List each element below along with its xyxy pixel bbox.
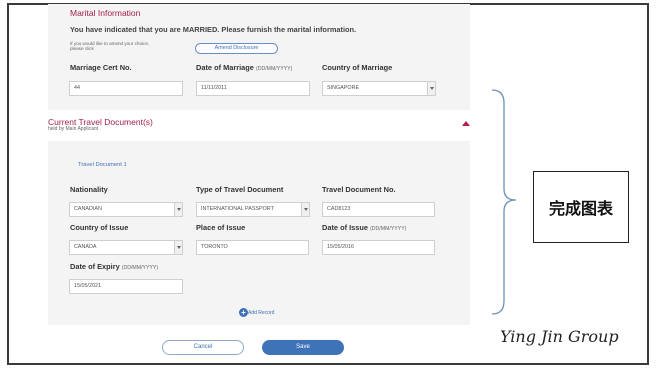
chevron-down-icon — [301, 203, 309, 216]
save-button[interactable]: Save — [262, 340, 344, 355]
callout-box: 完成图表 — [533, 171, 629, 243]
place-of-issue-input[interactable]: TORONTO — [196, 240, 309, 255]
travel-panel — [48, 141, 470, 325]
marriage-cert-input[interactable]: 44 — [69, 81, 183, 96]
date-of-issue-label: Date of Issue (DD/MM/YYYY) — [322, 223, 407, 232]
date-of-expiry-input[interactable]: 15/05/2021 — [69, 279, 183, 294]
travel-document-type-value: INTERNATIONAL PASSPORT — [201, 206, 274, 212]
country-of-marriage-select[interactable]: SINGAPORE — [322, 81, 436, 96]
callout-text: 完成图表 — [548, 199, 613, 218]
collapse-icon[interactable] — [462, 121, 470, 126]
marital-section-title: Marital Information — [70, 8, 141, 18]
amend-disclosure-button[interactable]: Amend Disclosure — [195, 43, 278, 54]
cancel-button[interactable]: Cancel — [162, 340, 244, 355]
place-of-issue-label: Place of Issue — [196, 223, 246, 232]
chevron-down-icon — [174, 241, 182, 254]
nationality-label: Nationality — [70, 185, 108, 194]
country-of-issue-label: Country of Issue — [70, 223, 129, 232]
travel-document-no-label: Travel Document No. — [322, 185, 396, 194]
brace-annotation — [491, 89, 517, 315]
add-record-link[interactable]: Add Record — [248, 310, 274, 316]
add-icon[interactable]: + — [239, 308, 248, 317]
tab-travel-document-1[interactable]: Travel Document 1 — [78, 162, 127, 168]
date-of-marriage-label: Date of Marriage (DD/MM/YYYY) — [196, 63, 293, 72]
travel-section-subtitle: held by Main Applicant — [48, 126, 99, 132]
nationality-select[interactable]: CANADIAN — [69, 202, 183, 217]
country-of-issue-value: CANADA — [74, 244, 97, 250]
country-of-issue-select[interactable]: CANADA — [69, 240, 183, 255]
marriage-cert-label: Marriage Cert No. — [70, 63, 132, 72]
date-of-issue-input[interactable]: 15/05/2016 — [322, 240, 435, 255]
travel-document-type-label: Type of Travel Document — [196, 185, 284, 194]
chevron-down-icon — [174, 203, 182, 216]
country-of-marriage-label: Country of Marriage — [322, 63, 393, 72]
date-of-marriage-input[interactable]: 11/11/2011 — [196, 81, 310, 96]
country-of-marriage-value: SINGAPORE — [327, 85, 360, 91]
chevron-down-icon — [427, 82, 435, 95]
amend-hint-line2: please click — [70, 46, 94, 51]
travel-document-type-select[interactable]: INTERNATIONAL PASSPORT — [196, 202, 310, 217]
watermark-text: Ying Jin Group — [500, 327, 619, 346]
travel-document-no-input[interactable]: CAD8123 — [322, 202, 435, 217]
nationality-value: CANADIAN — [74, 206, 102, 212]
date-of-expiry-label: Date of Expiry (DD/MM/YYYY) — [70, 262, 159, 271]
marital-notice: You have indicated that you are MARRIED.… — [70, 25, 357, 34]
